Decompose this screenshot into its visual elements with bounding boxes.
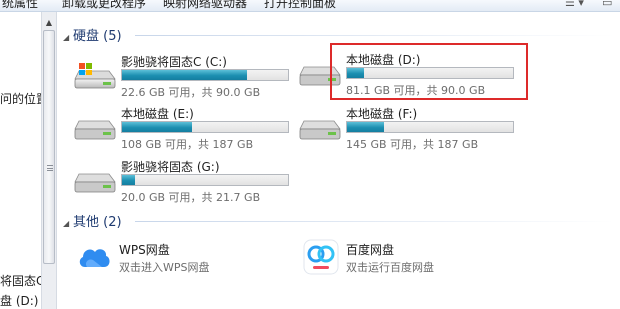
drive-name: 影驰骁将固态 (G:) [121, 160, 220, 174]
view-options-icon[interactable]: ☰ ▾ [565, 0, 584, 9]
drive-free-space: 145 GB 可用，共 187 GB [346, 138, 479, 151]
command-bar: 统属性 卸载或更改程序 映射网络驱动器 打开控制面板 ☰ ▾ ▭ [0, 0, 620, 12]
section-other-label: 其他 (2) [73, 215, 122, 230]
uninstall-program-button[interactable]: 卸载或更改程序 [62, 0, 146, 11]
drive-g[interactable]: 影驰骁将固态 (G:) 20.0 GB 可用，共 21.7 GB [73, 158, 293, 204]
navigation-pane: 问的位置 将固态C ( 盘 (D:) [0, 12, 41, 309]
drive-e[interactable]: 本地磁盘 (E:) 108 GB 可用，共 187 GB [73, 105, 293, 151]
section-hard-disks[interactable]: ◢ 硬盘 (5) [63, 25, 122, 44]
wps-cloud-icon [79, 249, 110, 267]
content-pane: ◢ 硬盘 (5) 影驰骁将固态C (C:) 22.6 GB 可用，共 90.0 G… [57, 12, 620, 309]
hard-drive-icon [74, 173, 116, 193]
collapse-arrow-icon[interactable]: ◢ [63, 33, 73, 42]
app-name: WPS网盘 [119, 243, 170, 257]
drive-free-space: 20.0 GB 可用，共 21.7 GB [121, 191, 261, 204]
app-name: 百度网盘 [346, 243, 395, 257]
nav-item-recent-places[interactable]: 问的位置 [0, 90, 41, 107]
drive-usage-bar [121, 69, 289, 81]
collapse-arrow-icon[interactable]: ◢ [63, 219, 73, 228]
grip-icon [47, 165, 53, 171]
drive-usage-fill [122, 70, 247, 80]
drive-usage-fill [347, 122, 384, 132]
section-divider [135, 35, 615, 36]
drive-free-space: 22.6 GB 可用，共 90.0 GB [121, 86, 261, 99]
drive-name: 影驰骁将固态C (C:) [121, 55, 227, 69]
drive-name: 本地磁盘 (F:) [346, 107, 418, 121]
drive-name: 本地磁盘 (E:) [121, 107, 194, 121]
nav-item-drive-c[interactable]: 将固态C ( [0, 272, 41, 289]
app-description: 双击进入WPS网盘 [119, 261, 210, 274]
app-wps-netdisk[interactable]: WPS网盘 双击进入WPS网盘 [76, 237, 276, 277]
drive-c[interactable]: 影驰骁将固态C (C:) 22.6 GB 可用，共 90.0 GB [73, 53, 293, 99]
section-hard-disks-label: 硬盘 (5) [73, 29, 122, 44]
drive-f[interactable]: 本地磁盘 (F:) 145 GB 可用，共 187 GB [298, 105, 518, 151]
app-description: 双击运行百度网盘 [346, 261, 434, 274]
scroll-up-arrow-icon[interactable]: ▲ [44, 18, 54, 28]
preview-pane-icon[interactable]: ▭ [602, 0, 612, 9]
windows-drive-icon [74, 63, 116, 89]
hard-drive-icon [299, 120, 341, 140]
section-divider [135, 221, 615, 222]
drive-usage-bar [121, 121, 289, 133]
nav-item-drive-d[interactable]: 盘 (D:) [0, 292, 38, 309]
open-control-panel-button[interactable]: 打开控制面板 [264, 0, 336, 11]
baidu-netdisk-icon [303, 239, 339, 275]
scroll-thumb[interactable] [43, 30, 55, 264]
hard-drive-icon [74, 120, 116, 140]
drive-usage-fill [122, 175, 136, 185]
drive-usage-bar [121, 174, 289, 186]
nav-scrollbar[interactable]: ▲ [41, 12, 57, 309]
highlight-box [330, 43, 528, 100]
system-properties-button[interactable]: 统属性 [2, 0, 38, 11]
drive-usage-bar [346, 121, 514, 133]
drive-usage-fill [122, 122, 192, 132]
app-baidu-netdisk[interactable]: 百度网盘 双击运行百度网盘 [303, 237, 503, 277]
drive-free-space: 108 GB 可用，共 187 GB [121, 138, 254, 151]
section-other[interactable]: ◢ 其他 (2) [63, 211, 122, 230]
map-network-drive-button[interactable]: 映射网络驱动器 [163, 0, 247, 11]
